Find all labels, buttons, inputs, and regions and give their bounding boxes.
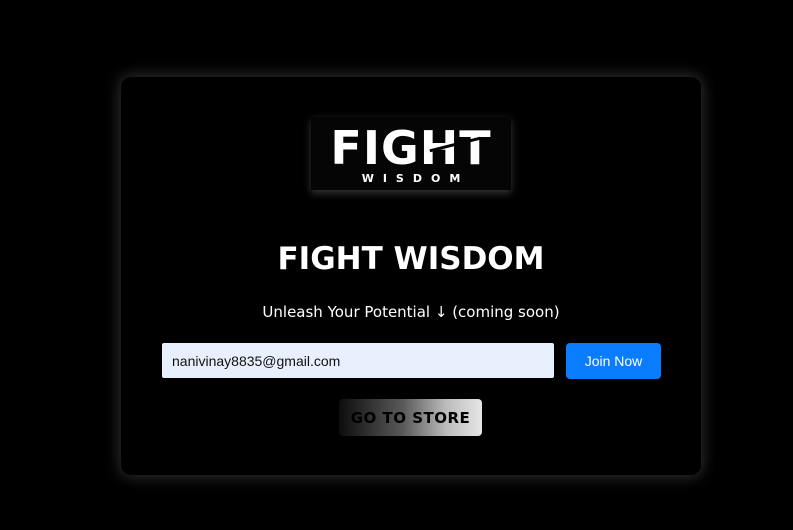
fight-wisdom-logo: FIGHT WISDOM: [311, 117, 511, 190]
page-title: FIGHT WISDOM: [277, 241, 545, 277]
tagline: Unleash Your Potential ↓ (coming soon): [262, 303, 560, 321]
logo-sub-text: WISDOM: [361, 172, 470, 185]
go-to-store-button[interactable]: GO TO STORE: [339, 399, 482, 436]
signup-card: FIGHT WISDOM FIGHT WISDOM Unleash Your P…: [121, 77, 701, 475]
logo-main-text: FIGHT: [330, 121, 492, 175]
email-input[interactable]: [162, 343, 554, 378]
join-now-button[interactable]: Join Now: [566, 343, 661, 379]
